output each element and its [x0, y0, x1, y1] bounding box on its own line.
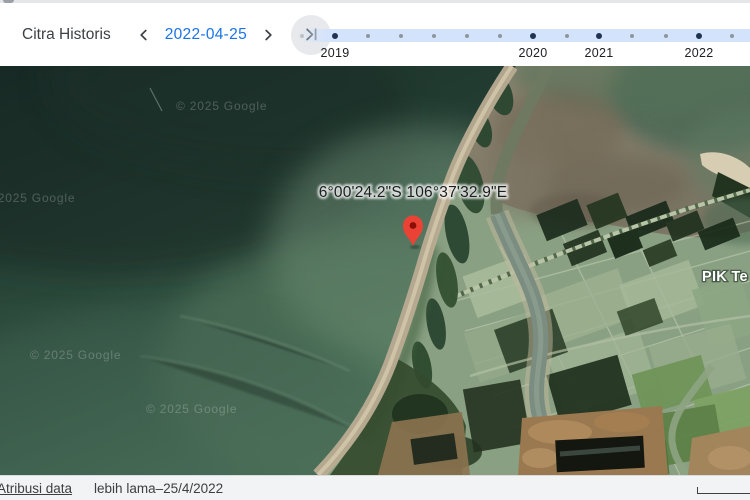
- chevron-left-icon: [140, 29, 147, 40]
- timeline-year-label: 2020: [518, 46, 548, 60]
- historical-imagery-toolbar: Citra Historis 2022-04-25 2019 2020 2021…: [0, 3, 750, 66]
- timeline-year-label: 2019: [320, 46, 350, 60]
- coordinates-label: 6°00'24.2"S 106°37'32.9"E: [319, 184, 508, 201]
- timeline-dot[interactable]: [630, 33, 634, 38]
- previous-date-button[interactable]: [133, 26, 155, 44]
- window-top-edge: [0, 0, 750, 3]
- timeline-dot[interactable]: [366, 33, 370, 38]
- place-label-pik[interactable]: PIK Te: [701, 268, 749, 287]
- satellite-imagery: [0, 66, 750, 475]
- timeline-dot[interactable]: [730, 33, 734, 38]
- attribution-link[interactable]: Atribusi data: [0, 481, 72, 496]
- google-watermark: © 2025 Google: [176, 99, 267, 113]
- timeline-dot[interactable]: [596, 32, 602, 39]
- satellite-map-viewport[interactable]: © 2025 Google © 2025 Google © 2025 Googl…: [0, 66, 750, 475]
- top-edge-nub: [3, 0, 14, 3]
- historical-imagery-window: Citra Historis 2022-04-25 2019 2020 2021…: [0, 0, 750, 500]
- timeline-dot[interactable]: [696, 32, 702, 39]
- timeline-dot[interactable]: [565, 33, 569, 38]
- status-bar: Atribusi data lebih lama–25/4/2022: [0, 475, 750, 500]
- timeline-slider[interactable]: 2019 2020 2021 2022: [298, 27, 750, 63]
- timeline-dot[interactable]: [432, 33, 436, 38]
- timeline-dot[interactable]: [332, 32, 338, 39]
- map-pin-shadow: [410, 245, 420, 249]
- timeline-dot[interactable]: [498, 33, 502, 38]
- timeline-dot[interactable]: [465, 33, 469, 38]
- timeline-year-label: 2022: [684, 46, 714, 60]
- timeline-year-label: 2021: [584, 46, 614, 60]
- map-scale-bar: [697, 487, 750, 494]
- older-imagery-date-label: lebih lama–25/4/2022: [94, 480, 224, 496]
- next-date-button[interactable]: [257, 26, 279, 44]
- google-watermark: © 2025 Google: [146, 402, 237, 416]
- timeline-dot[interactable]: [530, 32, 536, 39]
- map-pin-dot: [409, 222, 417, 229]
- timeline-dot[interactable]: [664, 33, 668, 38]
- google-watermark: © 2025 Google: [30, 348, 121, 362]
- toolbar-controls: Citra Historis 2022-04-25: [22, 3, 331, 66]
- chevron-right-icon: [265, 29, 272, 40]
- timeline-dot[interactable]: [399, 33, 403, 38]
- timeline-dot[interactable]: [300, 33, 304, 38]
- selected-date-button[interactable]: 2022-04-25: [161, 24, 251, 46]
- google-watermark: © 2025 Google: [0, 191, 75, 205]
- panel-title: Citra Historis: [22, 25, 111, 43]
